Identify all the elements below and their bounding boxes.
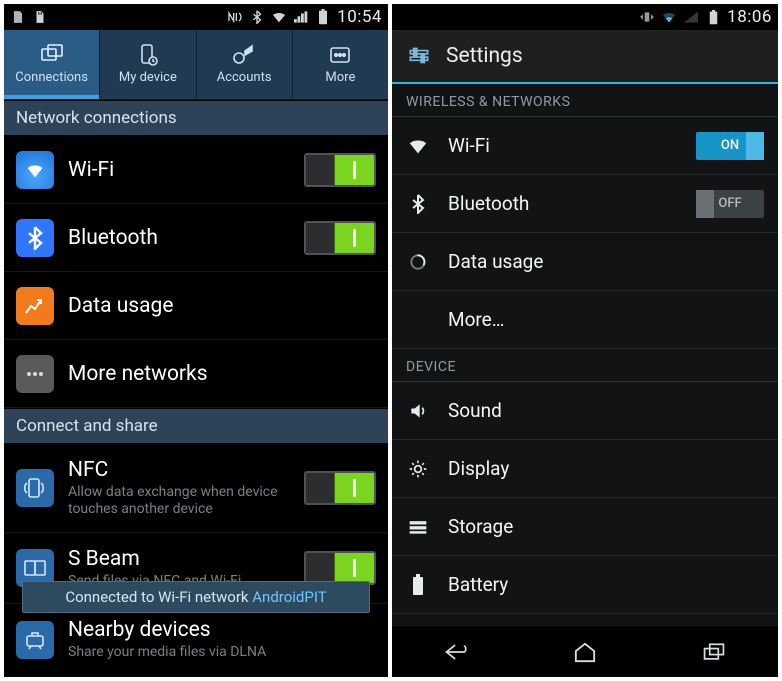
battery-icon [406, 573, 430, 597]
row-title: More… [448, 308, 764, 331]
row-title: Battery [448, 573, 764, 596]
more-tab-icon [327, 44, 353, 66]
sound-icon [406, 399, 430, 423]
row-subtitle: Share your media files via DLNA [68, 644, 376, 661]
more-networks-icon [16, 355, 54, 393]
row-title: Storage [448, 515, 764, 538]
row-wifi[interactable]: Wi-Fi [4, 136, 388, 204]
status-bar: 18:06 [392, 4, 778, 30]
section-device: DEVICE [392, 349, 778, 382]
wifi-icon [406, 134, 430, 158]
bluetooth-toggle[interactable] [304, 221, 376, 255]
settings-app-icon [404, 41, 434, 71]
toast-text: Connected to Wi-Fi network [65, 588, 252, 606]
phone-stock-android: 18:06 Settings WIRELESS & NETWORKS Wi-Fi… [392, 4, 778, 677]
row-data-usage[interactable]: Data usage [4, 272, 388, 340]
wifi-icon [16, 151, 54, 189]
row-title: Wi-Fi [68, 158, 290, 182]
nfc-toggle[interactable] [304, 471, 376, 505]
top-tabs: Connections My device Accounts More [4, 30, 388, 100]
page-title: Settings [446, 44, 523, 68]
nav-home-button[interactable] [565, 638, 605, 666]
accounts-icon [231, 44, 257, 66]
signal-icon [683, 9, 699, 25]
status-time: 18:06 [727, 7, 772, 27]
tab-more[interactable]: More [293, 30, 388, 99]
tab-my-device[interactable]: My device [100, 30, 196, 99]
tab-connections[interactable]: Connections [4, 30, 100, 99]
row-nearby-devices[interactable]: Nearby devices Share your media files vi… [4, 604, 388, 675]
battery-icon [315, 9, 331, 25]
device-icon [135, 44, 161, 66]
row-title: S Beam [68, 547, 290, 571]
row-more[interactable]: More… [392, 291, 778, 349]
bluetooth-toggle[interactable]: OFF [696, 190, 764, 218]
row-title: More networks [68, 362, 376, 386]
battery-icon [705, 9, 721, 25]
wifi-toggle[interactable]: ON [696, 132, 764, 160]
row-wifi[interactable]: Wi-Fi ON [392, 117, 778, 175]
bluetooth-status-icon [249, 9, 265, 25]
row-data-usage[interactable]: Data usage [392, 233, 778, 291]
connections-icon [39, 44, 65, 66]
status-time: 10:54 [337, 7, 382, 27]
display-icon [406, 457, 430, 481]
tab-label: More [325, 70, 355, 85]
sd-icon [32, 9, 48, 25]
row-apps[interactable]: Apps [392, 614, 778, 625]
settings-list: WIRELESS & NETWORKS Wi-Fi ON Bluetooth O… [392, 84, 778, 625]
action-bar: Settings [392, 30, 778, 84]
bluetooth-icon [16, 219, 54, 257]
nearby-devices-icon [16, 621, 54, 659]
row-title: Bluetooth [448, 192, 678, 215]
wifi-connected-toast: Connected to Wi-Fi network AndroidPIT [22, 581, 370, 613]
row-title: Wi-Fi [448, 134, 678, 157]
row-bluetooth[interactable]: Bluetooth OFF [392, 175, 778, 233]
row-title: Display [448, 457, 764, 480]
nav-back-button[interactable] [436, 638, 476, 666]
row-nfc[interactable]: NFC Allow data exchange when device touc… [4, 444, 388, 533]
row-title: NFC [68, 458, 290, 482]
nav-recents-button[interactable] [694, 638, 734, 666]
bluetooth-icon [406, 192, 430, 216]
row-title: Data usage [448, 250, 764, 273]
section-wireless-networks: WIRELESS & NETWORKS [392, 84, 778, 117]
toast-ssid: AndroidPIT [252, 588, 326, 606]
vibrate-icon [639, 9, 655, 25]
data-usage-icon [16, 287, 54, 325]
blank-icon [406, 308, 430, 332]
row-more-networks[interactable]: More networks [4, 340, 388, 408]
wifi-status-icon [271, 9, 287, 25]
tab-label: Connections [15, 70, 88, 85]
status-bar: 10:54 [4, 4, 388, 30]
row-subtitle: Allow data exchange when device touches … [68, 484, 290, 518]
section-network-connections: Network connections [4, 100, 388, 136]
sbeam-toggle[interactable] [304, 551, 376, 585]
row-battery[interactable]: Battery [392, 556, 778, 614]
data-usage-icon [406, 250, 430, 274]
row-title: Data usage [68, 294, 376, 318]
nfc-icon [16, 469, 54, 507]
row-title: Bluetooth [68, 226, 290, 250]
signal-icon [293, 9, 309, 25]
tab-label: Accounts [217, 70, 272, 85]
row-sound[interactable]: Sound [392, 382, 778, 440]
tab-accounts[interactable]: Accounts [197, 30, 293, 99]
row-title: Sound [448, 399, 764, 422]
section-connect-share: Connect and share [4, 408, 388, 444]
navigation-bar [392, 625, 778, 677]
wifi-toggle[interactable] [304, 153, 376, 187]
wifi-status-icon [661, 9, 677, 25]
row-storage[interactable]: Storage [392, 498, 778, 556]
row-title: Nearby devices [68, 618, 376, 642]
nfc-status-icon [227, 9, 243, 25]
row-display[interactable]: Display [392, 440, 778, 498]
tab-label: My device [119, 70, 177, 85]
row-bluetooth[interactable]: Bluetooth [4, 204, 388, 272]
storage-icon [406, 515, 430, 539]
sim-icon [10, 9, 26, 25]
phone-samsung: 10:54 Connections My device Accounts Mor… [4, 4, 392, 677]
